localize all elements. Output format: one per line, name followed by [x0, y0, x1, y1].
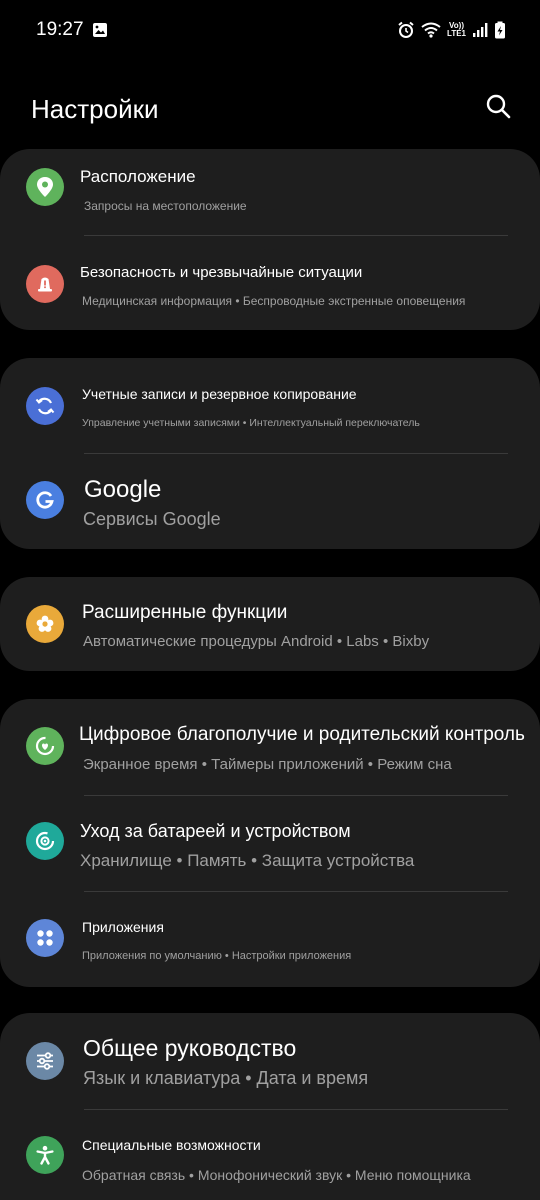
settings-item-title: Расположение — [80, 167, 196, 186]
settings-item-subtitle: Хранилище • Память • Защита устройства — [80, 851, 415, 870]
apps-grid-icon — [26, 919, 64, 957]
status-icons: Vo)) LTE1 — [397, 18, 506, 42]
settings-item-subtitle: Запросы на местоположение — [84, 199, 247, 213]
settings-item-title: Учетные записи и резервное копирование — [82, 386, 357, 402]
settings-item-advanced-features[interactable]: Расширенные функции Автоматические проце… — [0, 577, 540, 671]
settings-item-subtitle: Язык и клавиатура • Дата и время — [83, 1068, 369, 1088]
image-icon — [92, 22, 108, 38]
settings-item-location[interactable]: Расположение Запросы на местоположение — [0, 149, 540, 237]
settings-item-subtitle: Медицинская информация • Беспроводные эк… — [82, 294, 466, 308]
device-care-icon — [26, 822, 64, 860]
settings-item-title: Уход за батареей и устройством — [80, 821, 351, 841]
sliders-icon — [26, 1042, 64, 1080]
settings-item-subtitle: Приложения по умолчанию • Настройки прил… — [82, 950, 352, 962]
battery-charging-icon — [494, 21, 506, 39]
settings-item-apps[interactable]: Приложения Приложения по умолчанию • Нас… — [0, 891, 540, 987]
wifi-icon — [421, 22, 441, 38]
status-time: 19:27 — [36, 19, 84, 40]
settings-item-title: Цифровое благополучие и родительский кон… — [79, 724, 525, 745]
settings-item-title: Google — [84, 476, 162, 503]
settings-item-google[interactable]: Google Сервисы Google — [0, 454, 540, 549]
settings-item-digital-wellbeing[interactable]: Цифровое благополучие и родительский кон… — [0, 699, 540, 795]
settings-item-general-management[interactable]: Общее руководство Язык и клавиатура • Да… — [0, 1013, 540, 1109]
accessibility-icon — [26, 1136, 64, 1174]
lte-label: LTE1 — [447, 29, 466, 38]
status-bar: 19:27 Vo)) LTE1 — [0, 0, 540, 60]
settings-item-subtitle: Экранное время • Таймеры приложений • Ре… — [83, 756, 452, 773]
google-g-icon — [26, 481, 64, 519]
divider — [84, 235, 508, 236]
settings-item-subtitle: Автоматические процедуры Android • Labs … — [83, 633, 430, 650]
settings-item-title: Специальные возможности — [82, 1137, 261, 1153]
settings-item-subtitle: Сервисы Google — [83, 509, 221, 529]
volte-lte-icon: Vo)) LTE1 — [447, 22, 466, 38]
search-button[interactable] — [480, 90, 516, 126]
puzzle-star-icon — [26, 605, 64, 643]
settings-item-subtitle: Обратная связь • Монофонический звук • М… — [82, 1167, 471, 1183]
settings-item-accessibility[interactable]: Специальные возможности Обратная связь •… — [0, 1109, 540, 1200]
search-icon — [485, 93, 511, 124]
location-pin-icon — [26, 168, 64, 206]
settings-item-accounts-backup[interactable]: Учетные записи и резервное копирование У… — [0, 358, 540, 454]
settings-card-general-accessibility: Общее руководство Язык и клавиатура • Да… — [0, 1013, 540, 1200]
emergency-alert-icon — [26, 265, 64, 303]
settings-card-wellbeing-device-apps: Цифровое благополучие и родительский кон… — [0, 699, 540, 987]
settings-card-accounts-google: Учетные записи и резервное копирование У… — [0, 358, 540, 549]
settings-item-battery-device-care[interactable]: Уход за батареей и устройством Хранилище… — [0, 795, 540, 891]
settings-item-title: Безопасность и чрезвычайные ситуации — [80, 264, 363, 281]
wellbeing-heart-icon — [26, 727, 64, 765]
sync-icon — [26, 387, 64, 425]
signal-icon — [472, 22, 488, 38]
settings-card-location-safety: Расположение Запросы на местоположение Б… — [0, 149, 540, 330]
settings-item-subtitle: Управление учетными записями • Интеллект… — [82, 417, 420, 429]
settings-item-title: Приложения — [82, 919, 164, 935]
settings-item-safety-emergency[interactable]: Безопасность и чрезвычайные ситуации Мед… — [0, 237, 540, 330]
settings-item-title: Расширенные функции — [82, 602, 288, 623]
alarm-icon — [397, 21, 415, 39]
settings-item-title: Общее руководство — [83, 1035, 297, 1061]
settings-card-advanced: Расширенные функции Автоматические проце… — [0, 577, 540, 671]
page-title: Настройки — [31, 94, 159, 124]
